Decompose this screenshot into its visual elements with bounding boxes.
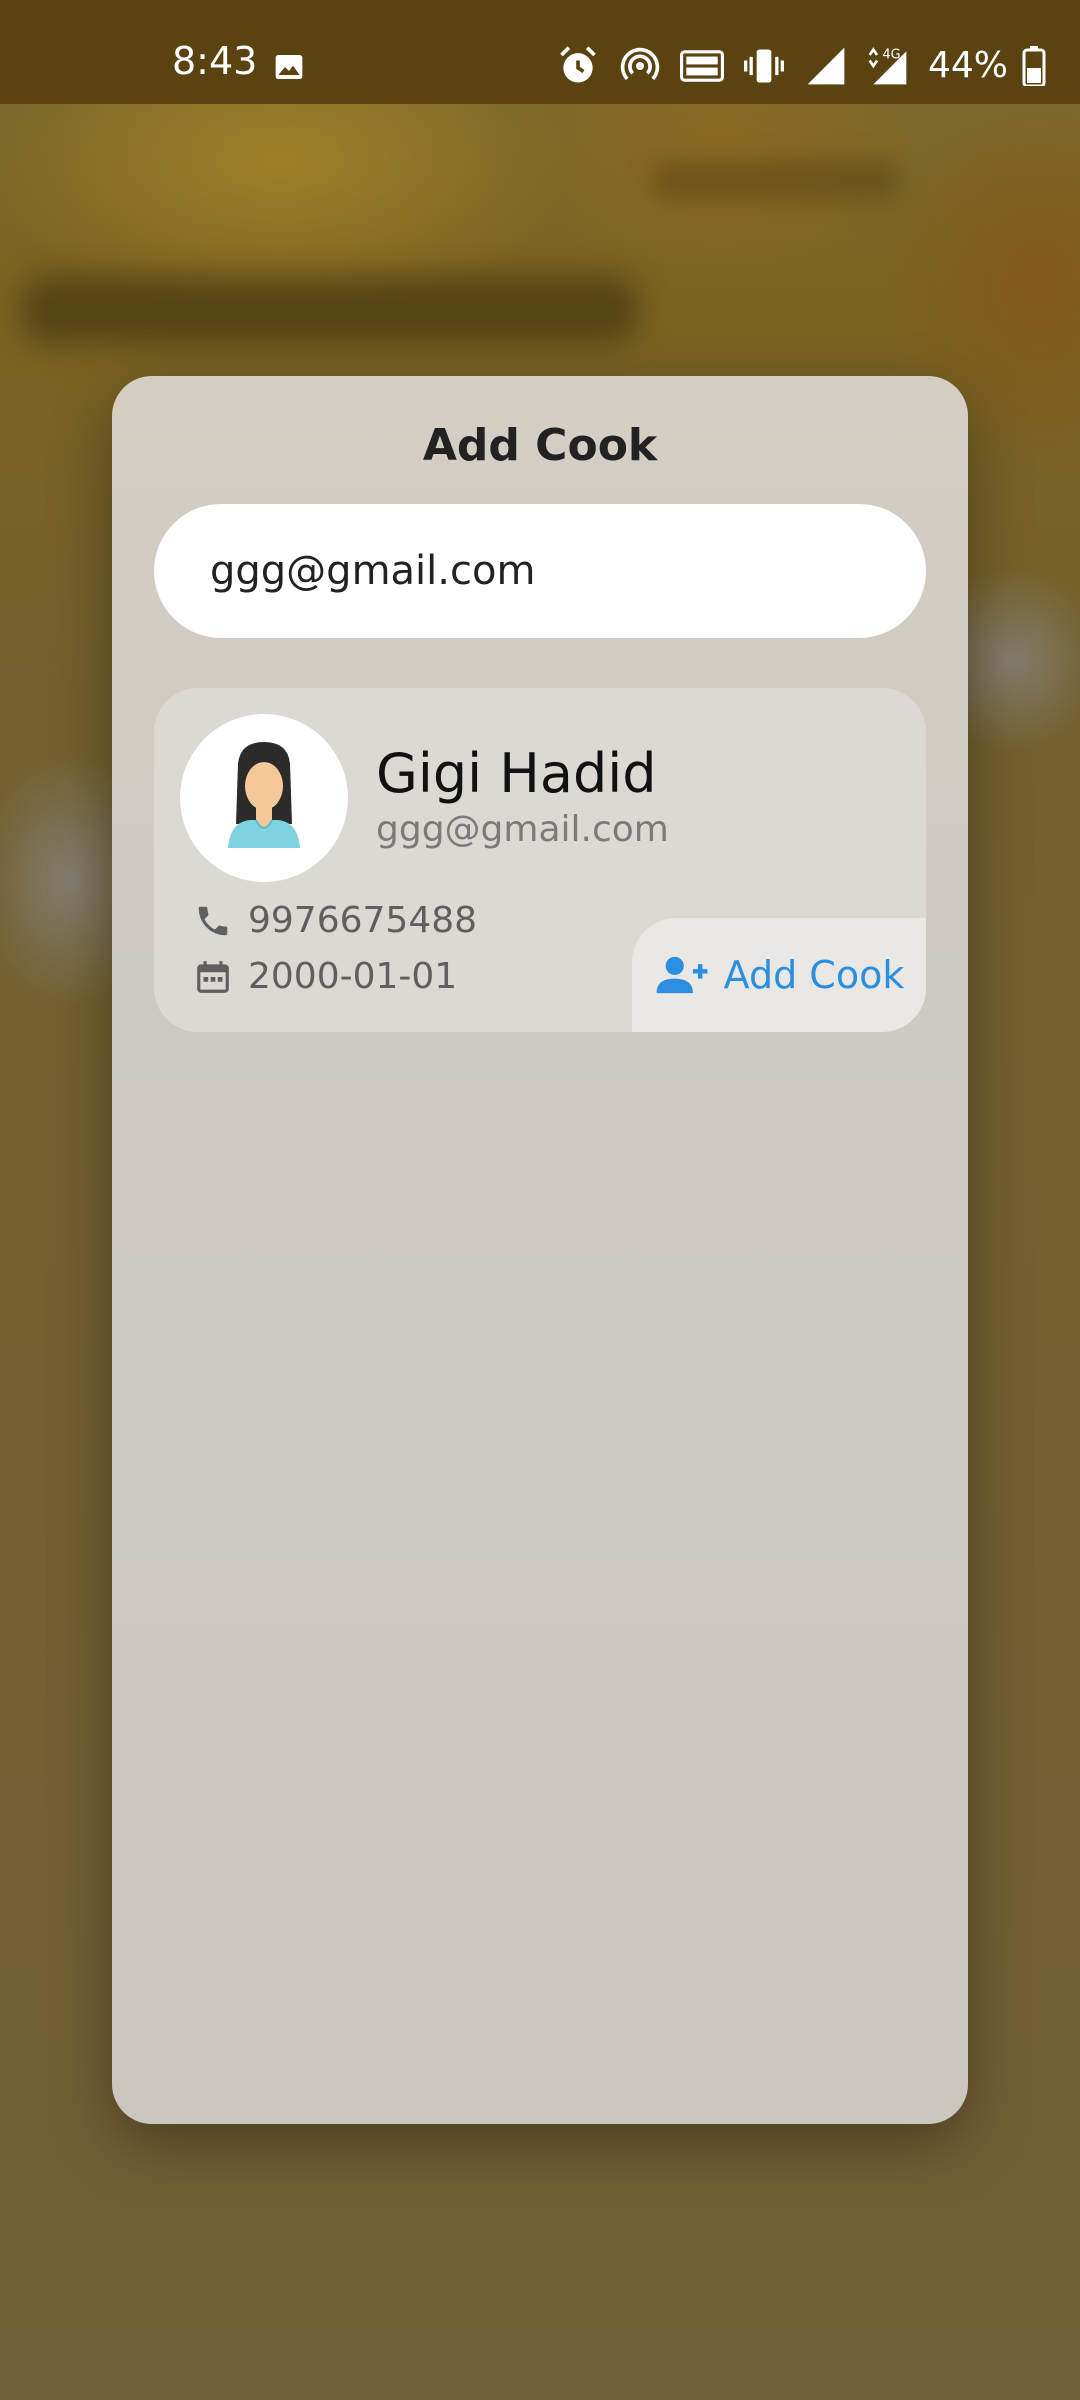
background-blur-heading bbox=[20, 275, 640, 345]
female-avatar-icon bbox=[228, 742, 300, 848]
dob-row: 2000-01-01 bbox=[194, 958, 457, 996]
cook-result-card: Gigi Hadid ggg@gmail.com 9976675488 2000… bbox=[154, 688, 926, 1032]
phone-number: 9976675488 bbox=[248, 900, 478, 941]
vibrate-icon bbox=[744, 49, 784, 83]
battery-icon bbox=[1022, 46, 1046, 86]
dialog-title: Add Cook bbox=[422, 420, 658, 471]
signal-icon bbox=[807, 47, 845, 85]
add-cook-button[interactable]: Add Cook bbox=[632, 918, 926, 1032]
svg-text:4G: 4G bbox=[882, 48, 900, 63]
calendar-icon bbox=[197, 961, 229, 993]
avatar bbox=[180, 714, 348, 882]
add-cook-dialog: Add Cook Gigi Hadid ggg@gmail.com bbox=[112, 376, 968, 2124]
cook-email: ggg@gmail.com bbox=[376, 809, 669, 850]
add-cook-label: Add Cook bbox=[723, 953, 905, 997]
status-bar: 8:43 4G 44% bbox=[0, 0, 1080, 104]
status-icons: 4G 44% bbox=[556, 44, 1046, 88]
phone-icon bbox=[198, 906, 228, 936]
date-of-birth: 2000-01-01 bbox=[248, 956, 458, 997]
cook-name: Gigi Hadid bbox=[376, 742, 657, 805]
image-icon bbox=[275, 55, 303, 79]
email-search-input[interactable] bbox=[154, 504, 926, 638]
phone-row: 9976675488 bbox=[194, 902, 477, 940]
status-time: 8:43 bbox=[172, 39, 258, 83]
alarm-icon bbox=[560, 46, 596, 83]
hotspot-icon bbox=[620, 47, 660, 81]
volte-icon bbox=[679, 50, 724, 82]
signal-4g-icon: 4G bbox=[868, 47, 907, 85]
person-add-icon bbox=[656, 956, 708, 994]
battery-percent: 44% bbox=[927, 45, 1008, 86]
background-blur-line bbox=[650, 160, 900, 200]
